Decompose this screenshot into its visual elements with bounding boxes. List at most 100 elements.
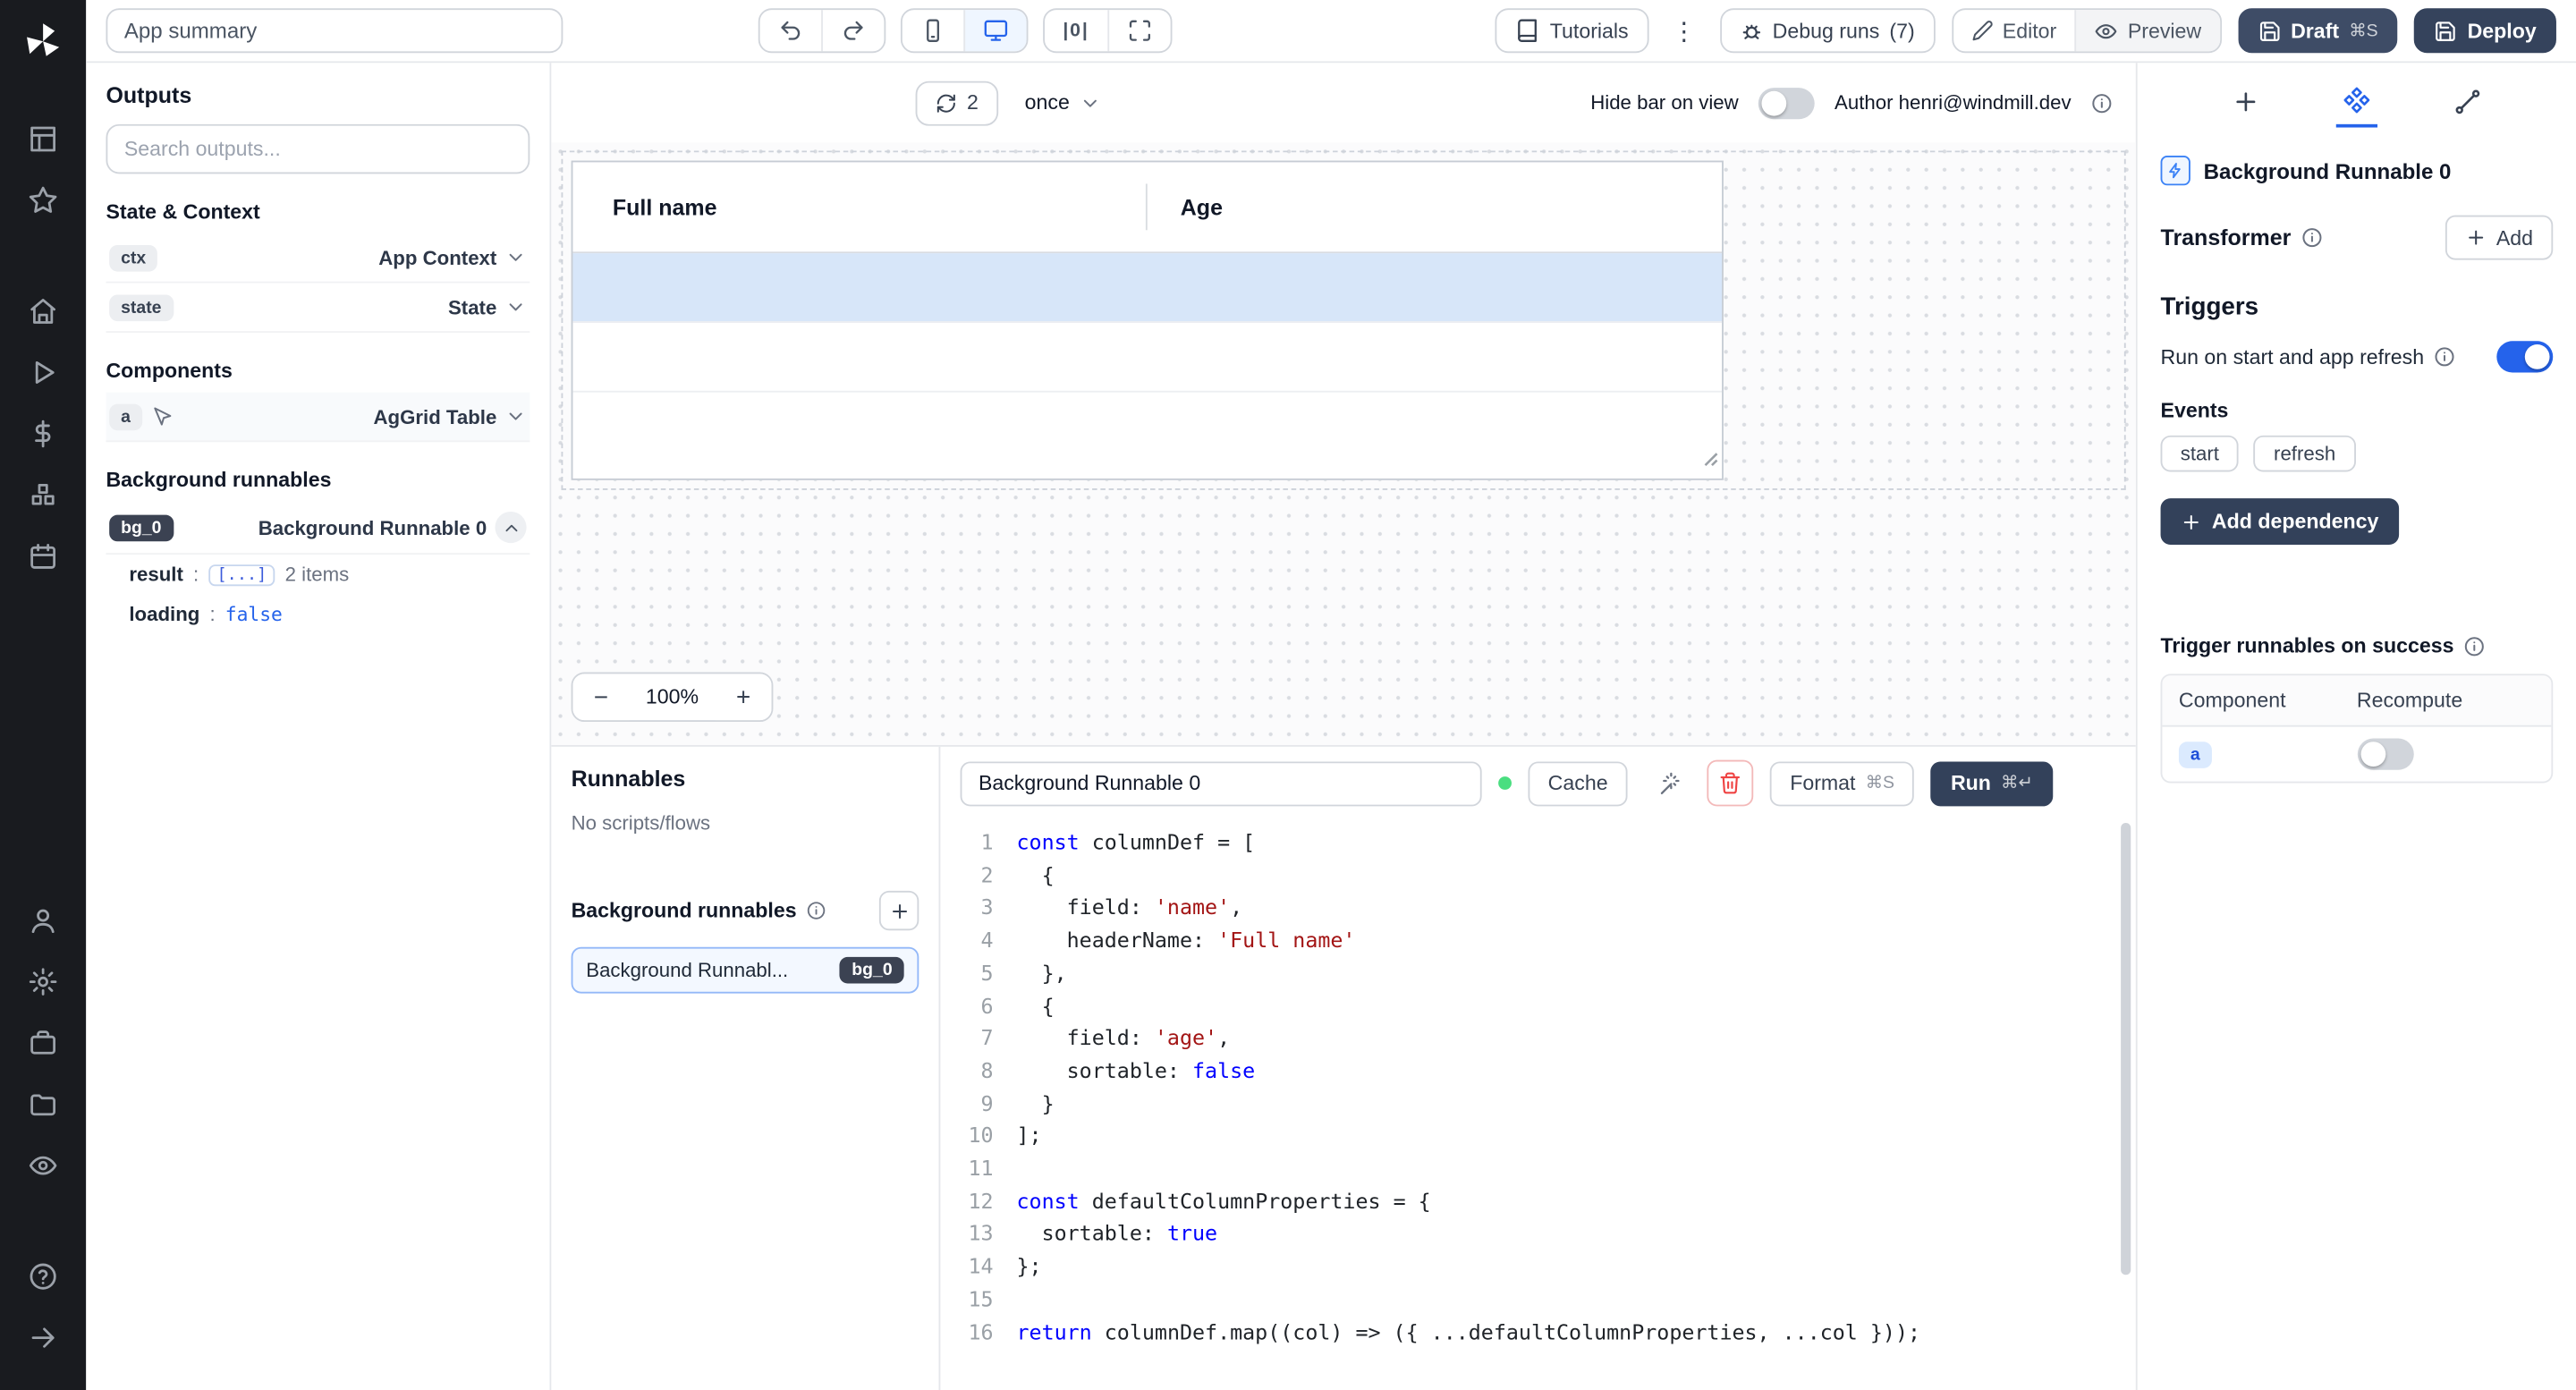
chevron-down-icon [505,296,527,318]
redo-button[interactable] [821,10,884,51]
folders-icon[interactable] [0,1072,86,1133]
toggle-knob [1762,90,1787,115]
interval-value: once [1025,91,1070,114]
author-label: Author henri@windmill.dev [1835,91,2072,114]
components-header: Components [106,360,530,383]
device-toggle-group [901,8,1029,53]
table-header-cell[interactable]: Full name [572,162,1147,251]
hide-bar-label: Hide bar on view [1590,91,1738,114]
separator: : [209,603,215,626]
add-dependency-button[interactable]: Add dependency [2161,498,2399,545]
audit-eye-icon[interactable] [0,1134,86,1195]
editor-scrollbar[interactable] [2121,823,2131,1374]
desktop-view-button[interactable] [963,10,1026,51]
info-icon[interactable] [2434,346,2455,368]
triggers-title: Triggers [2161,293,2554,321]
scrollbar-thumb[interactable] [2121,823,2131,1275]
undo-redo-group [758,8,886,53]
runnable-list-item[interactable]: Background Runnabl... bg_0 [572,947,919,994]
component-settings-tab[interactable] [2336,75,2377,126]
format-shortcut: ⌘S [1866,773,1894,792]
outputs-title: Outputs [106,83,530,108]
resources-boxes-icon[interactable] [0,463,86,524]
users-icon[interactable] [0,889,86,950]
runnable-item-label: Background Runnabl... [586,959,788,982]
connections-tab[interactable] [2447,77,2488,125]
format-button[interactable]: Format ⌘S [1770,761,1914,806]
preview-tab[interactable]: Preview [2075,10,2220,51]
fullscreen-button[interactable] [1107,10,1170,51]
home-icon[interactable] [0,280,86,341]
plus-icon [2465,227,2487,249]
bg0-label: Background Runnable 0 [258,516,487,539]
undo-button[interactable] [760,10,821,51]
editor-tab[interactable]: Editor [1953,10,2074,51]
zoom-in-button[interactable]: + [716,674,772,720]
apps-icon[interactable] [0,107,86,168]
refresh-button[interactable]: 2 [916,81,998,125]
hide-bar-toggle[interactable] [1758,87,1815,118]
eye-icon [2095,19,2118,42]
expand-result-chip[interactable]: [...] [208,564,275,585]
topbar-right: Tutorials ⋮ Debug runs (7) Editor Previe… [1496,8,2556,53]
tutorials-label: Tutorials [1550,19,1629,42]
cache-button[interactable]: Cache [1528,761,1627,806]
debug-runs-button[interactable]: Debug runs (7) [1719,8,1934,53]
right-panel-title: Background Runnable 0 [2204,158,2452,183]
collapse-chevron-up-icon[interactable] [495,512,526,543]
bg-runnables-subheader: Background runnables [572,899,797,922]
variables-dollar-icon[interactable] [0,403,86,463]
center-align-button[interactable]: |0| [1045,10,1107,51]
bg0-loading-row: loading : false [106,595,530,634]
add-transformer-button[interactable]: Add [2445,216,2553,260]
interval-select[interactable]: once [1015,84,1112,121]
info-icon[interactable] [2301,227,2322,249]
mobile-view-button[interactable] [902,10,963,51]
output-row-ctx[interactable]: ctx App Context [106,233,530,284]
app-summary-input[interactable] [106,8,563,53]
recompute-toggle[interactable] [2357,739,2413,770]
more-menu-kebab-icon[interactable]: ⋮ [1665,16,1703,46]
info-icon[interactable] [807,901,826,920]
settings-gear-icon[interactable] [0,950,86,1011]
chevron-down-icon [505,405,527,427]
column-header-component: Component [2179,689,2357,712]
runnables-title: Runnables [572,767,919,792]
resize-grip-icon[interactable] [1704,445,1719,475]
info-icon[interactable] [2091,92,2113,114]
code-area[interactable]: 12345678910111213141516 const columnDef … [940,819,2135,1390]
zoom-value: 100% [629,685,715,708]
info-icon[interactable] [2464,635,2486,657]
deploy-button[interactable]: Deploy [2414,8,2556,53]
runs-play-icon[interactable] [0,341,86,402]
tutorials-button[interactable]: Tutorials [1496,8,1648,53]
search-outputs-input[interactable] [106,124,530,174]
runnable-name-input[interactable] [961,761,1482,806]
insert-component-tab[interactable] [2225,77,2267,125]
canvas-grid[interactable]: Full name Age − 100% + [551,142,2135,745]
draft-label: Draft [2291,19,2339,42]
run-button[interactable]: Run ⌘↵ [1931,761,2053,806]
zoom-out-button[interactable]: − [572,674,629,720]
table-row[interactable] [572,393,1722,479]
windmill-logo-icon[interactable] [21,20,64,71]
aggrid-table-component[interactable]: Full name Age [572,161,1724,480]
status-dot [1498,776,1512,790]
help-icon[interactable] [0,1245,86,1306]
draft-button[interactable]: Draft ⌘S [2238,8,2398,53]
table-row-selected[interactable] [572,253,1722,323]
schedules-calendar-icon[interactable] [0,525,86,586]
output-row-state[interactable]: state State [106,284,530,334]
delete-trash-button[interactable] [1707,760,1754,807]
run-on-start-toggle[interactable] [2496,341,2553,372]
editor-tab-label: Editor [2003,19,2056,42]
favorites-star-icon[interactable] [0,169,86,230]
collapse-arrow-icon[interactable] [0,1306,86,1367]
output-row-component-a[interactable]: a AgGrid Table [106,393,530,443]
workspace-briefcase-icon[interactable] [0,1012,86,1072]
output-row-bg0[interactable]: bg_0 Background Runnable 0 [106,502,530,555]
table-header-cell[interactable]: Age [1148,162,1722,251]
add-runnable-button[interactable] [879,891,919,930]
ai-wand-button[interactable] [1644,760,1690,807]
table-row[interactable] [572,323,1722,393]
